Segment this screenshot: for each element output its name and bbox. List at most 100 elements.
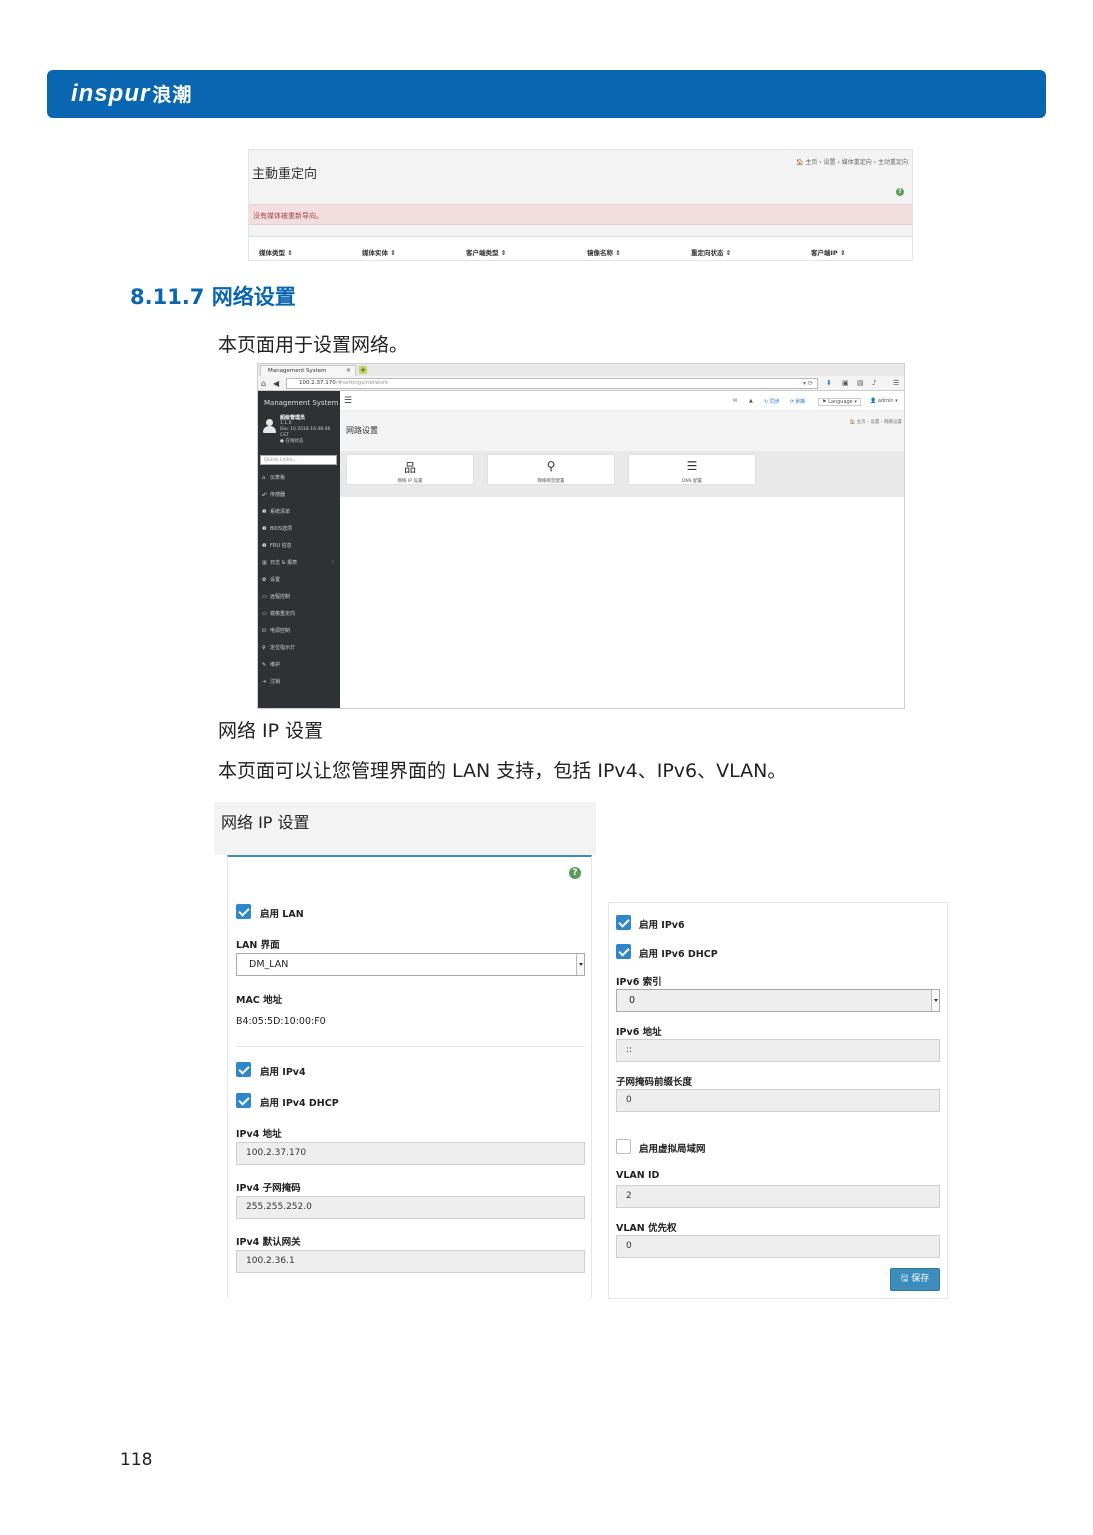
col-image-name[interactable]: 镜像名称 ⇕ [587, 247, 621, 257]
sidebar-item-remote-control[interactable]: ▭ 远程控制 [262, 593, 290, 600]
vlan-id-field[interactable]: 2 [616, 1185, 940, 1208]
enable-ipv4-dhcp-checkbox[interactable] [236, 1093, 251, 1108]
tile-network-ip[interactable]: 品 网络 IP 设置 [346, 454, 474, 485]
save-button[interactable]: 🖫 保存 [890, 1268, 940, 1291]
library-icon[interactable]: ▤ [857, 379, 864, 387]
sidebar-item-power[interactable]: ⏻ 电源控制 [262, 627, 290, 634]
tile-network-bond[interactable]: ⚲ 网络绑定配置 [487, 454, 615, 485]
col-redirect-status[interactable]: 重定向状态 ⇕ [691, 247, 731, 257]
download-icon[interactable]: ⬇ [826, 379, 832, 387]
logo-latin: inspur [71, 80, 151, 107]
vlan-id-label: VLAN ID [616, 1170, 660, 1181]
sensor-icon: ☍ [262, 492, 268, 498]
sidebar-item-image-redirect[interactable]: ▭ 镜像重定向 [262, 610, 295, 617]
ipv4-address-field[interactable]: 100.2.37.170 [236, 1142, 585, 1165]
ipv4-mask-field[interactable]: 255.255.252.0 [236, 1196, 585, 1219]
brand-header: inspur 浪潮 [47, 70, 1046, 118]
back-icon[interactable]: ◀ [273, 379, 279, 388]
enable-ipv6-dhcp-checkbox[interactable] [616, 944, 631, 959]
url-host: 100.2.37.170 [299, 380, 336, 386]
col-client-ip[interactable]: 客户端IP ⇕ [811, 247, 845, 257]
hamburger-icon[interactable]: ☰ [344, 396, 352, 406]
ipv4-gateway-field[interactable]: 100.2.36.1 [236, 1250, 585, 1273]
avatar [263, 419, 276, 433]
vlan-priority-field[interactable]: 0 [616, 1235, 940, 1258]
user-menu[interactable]: 👤 admin ▾ [870, 398, 898, 404]
no-media-alert: 没有媒体被重新导向。 [249, 204, 912, 225]
help-icon[interactable]: ? [569, 867, 581, 879]
chevron-down-icon [931, 990, 939, 1011]
refresh-button[interactable]: ⟳ 刷新 [790, 398, 806, 405]
extension-icon[interactable]: ♪ [872, 379, 876, 387]
enable-ipv6-dhcp-label: 启用 IPv6 DHCP [639, 949, 718, 960]
sidebar-item-bios[interactable]: ❶ BIOS选项 [262, 525, 292, 532]
redirect-breadcrumb[interactable]: 🏠 主页 › 设置 › 媒体重定向 › 主动重定向 [796, 157, 908, 166]
enable-ipv4-checkbox[interactable] [236, 1062, 251, 1077]
browser-toolbar: ⌂ ◀ 100.2.37.170/#settings/network ▾ ⟳ ⬇… [258, 376, 904, 391]
ipv4-address-label: IPv4 地址 [236, 1129, 282, 1140]
sidebar-item-settings[interactable]: ✿ 设置 [262, 576, 280, 583]
info-icon: ❶ [262, 509, 267, 515]
vlan-priority-label: VLAN 优先权 [616, 1223, 677, 1234]
ipv6-address-field[interactable]: :: [616, 1039, 940, 1062]
ipv6-index-select[interactable]: 0 [616, 989, 940, 1012]
content-header: 网路设置 🏠 主页 › 设置 › 网路设置 [340, 411, 904, 451]
col-media-type[interactable]: 媒体类型 ⇕ [259, 247, 293, 257]
ipv6-index-label: IPv6 索引 [616, 977, 662, 988]
enable-lan-checkbox[interactable] [236, 904, 251, 919]
divider [236, 1046, 585, 1047]
sidebar-item-logout[interactable]: ⇥ 注销 [262, 678, 280, 685]
wrench-icon: ✎ [262, 662, 267, 668]
col-client-type[interactable]: 客户端类型 ⇕ [466, 247, 506, 257]
redirect-table: 媒体类型 ⇕ 媒体实体 ⇕ 客户端类型 ⇕ 镜像名称 ⇕ 重定向状态 ⇕ 客户端… [249, 236, 912, 260]
enable-lan-label: 启用 LAN [260, 909, 304, 920]
enable-vlan-label: 启用虚拟局域网 [639, 1144, 706, 1155]
language-select[interactable]: ⚑ Language ▾ [818, 398, 861, 406]
home-icon[interactable]: ⌂ [261, 379, 266, 388]
user-time: Dec 10 2018 16:48:46 CST [280, 427, 331, 438]
reload-icon[interactable]: ▾ ⟳ [803, 379, 813, 388]
redirect-page-title: 主動重定向 [252, 167, 318, 182]
prefix-length-field[interactable]: 0 [616, 1089, 940, 1112]
sidebar-item-dashboard[interactable]: ⌂ 仪表板 [262, 474, 285, 481]
help-icon[interactable]: ? [896, 188, 904, 196]
url-bar[interactable]: 100.2.37.170/#settings/network ▾ ⟳ [286, 378, 818, 389]
sidebar-item-sensors[interactable]: ☍ 传感器 [262, 491, 285, 498]
breadcrumb[interactable]: 🏠 主页 › 设置 › 网路设置 [850, 419, 902, 425]
redirect-screenshot: 主動重定向 🏠 主页 › 设置 › 媒体重定向 › 主动重定向 ? 没有媒体被重… [248, 149, 913, 261]
menu-icon[interactable]: ☰ [893, 379, 899, 387]
browser-screenshot: Management System × + ⌂ ◀ 100.2.37.170/#… [257, 363, 905, 709]
new-tab-icon[interactable]: + [359, 366, 367, 374]
tile-dns[interactable]: ☰ DNS 配置 [628, 454, 756, 485]
sidebar-item-locator-led[interactable]: ♀ 定位指示灯 [262, 644, 295, 651]
close-icon[interactable]: × [346, 366, 351, 376]
enable-vlan-checkbox[interactable] [616, 1139, 631, 1154]
lan-interface-select[interactable]: DM_LAN [236, 953, 585, 976]
enable-ipv6-checkbox[interactable] [616, 915, 631, 930]
sub-heading: 网络 IP 设置 [218, 720, 324, 742]
sidebar-item-logs[interactable]: ▥ 日志 & 报表 [262, 559, 297, 566]
sync-button[interactable]: ↻ 同步 [764, 398, 780, 405]
server-icon: ☰ [686, 459, 698, 473]
mail-icon[interactable]: ✉ [733, 398, 737, 404]
col-media-instance[interactable]: 媒体实体 ⇕ [362, 247, 396, 257]
user-icon: 👤 [870, 398, 878, 404]
chart-icon: ▥ [262, 560, 267, 566]
bond-icon: ⚲ [546, 459, 556, 473]
sidebar-item-inventory[interactable]: ❶ 系统清单 [262, 508, 290, 515]
quick-links-input[interactable]: Quick Links... [260, 455, 337, 465]
sidebar-item-maintenance[interactable]: ✎ 维护 [262, 661, 280, 668]
mac-value: B4:05:5D:10:00:F0 [236, 1016, 326, 1027]
lan-interface-value: DM_LAN [249, 959, 289, 970]
bookmarks-icon[interactable]: ▣ [842, 379, 849, 387]
user-info: 超级管理员 1.1.0 Dec 10 2018 16:48:46 CST ● 在… [280, 415, 340, 445]
sidebar-item-fru[interactable]: ❶ FRU 信息 [262, 542, 292, 549]
logout-icon: ⇥ [262, 679, 267, 685]
logo-cn: 浪潮 [152, 85, 193, 106]
warning-icon[interactable]: ▲ [749, 398, 753, 404]
mac-label: MAC 地址 [236, 995, 283, 1006]
home-icon: ⌂ [262, 475, 266, 481]
browser-tab[interactable]: Management System × [260, 365, 356, 376]
sidebar-title: Management System [264, 399, 339, 407]
ipv6-address-label: IPv6 地址 [616, 1027, 662, 1038]
